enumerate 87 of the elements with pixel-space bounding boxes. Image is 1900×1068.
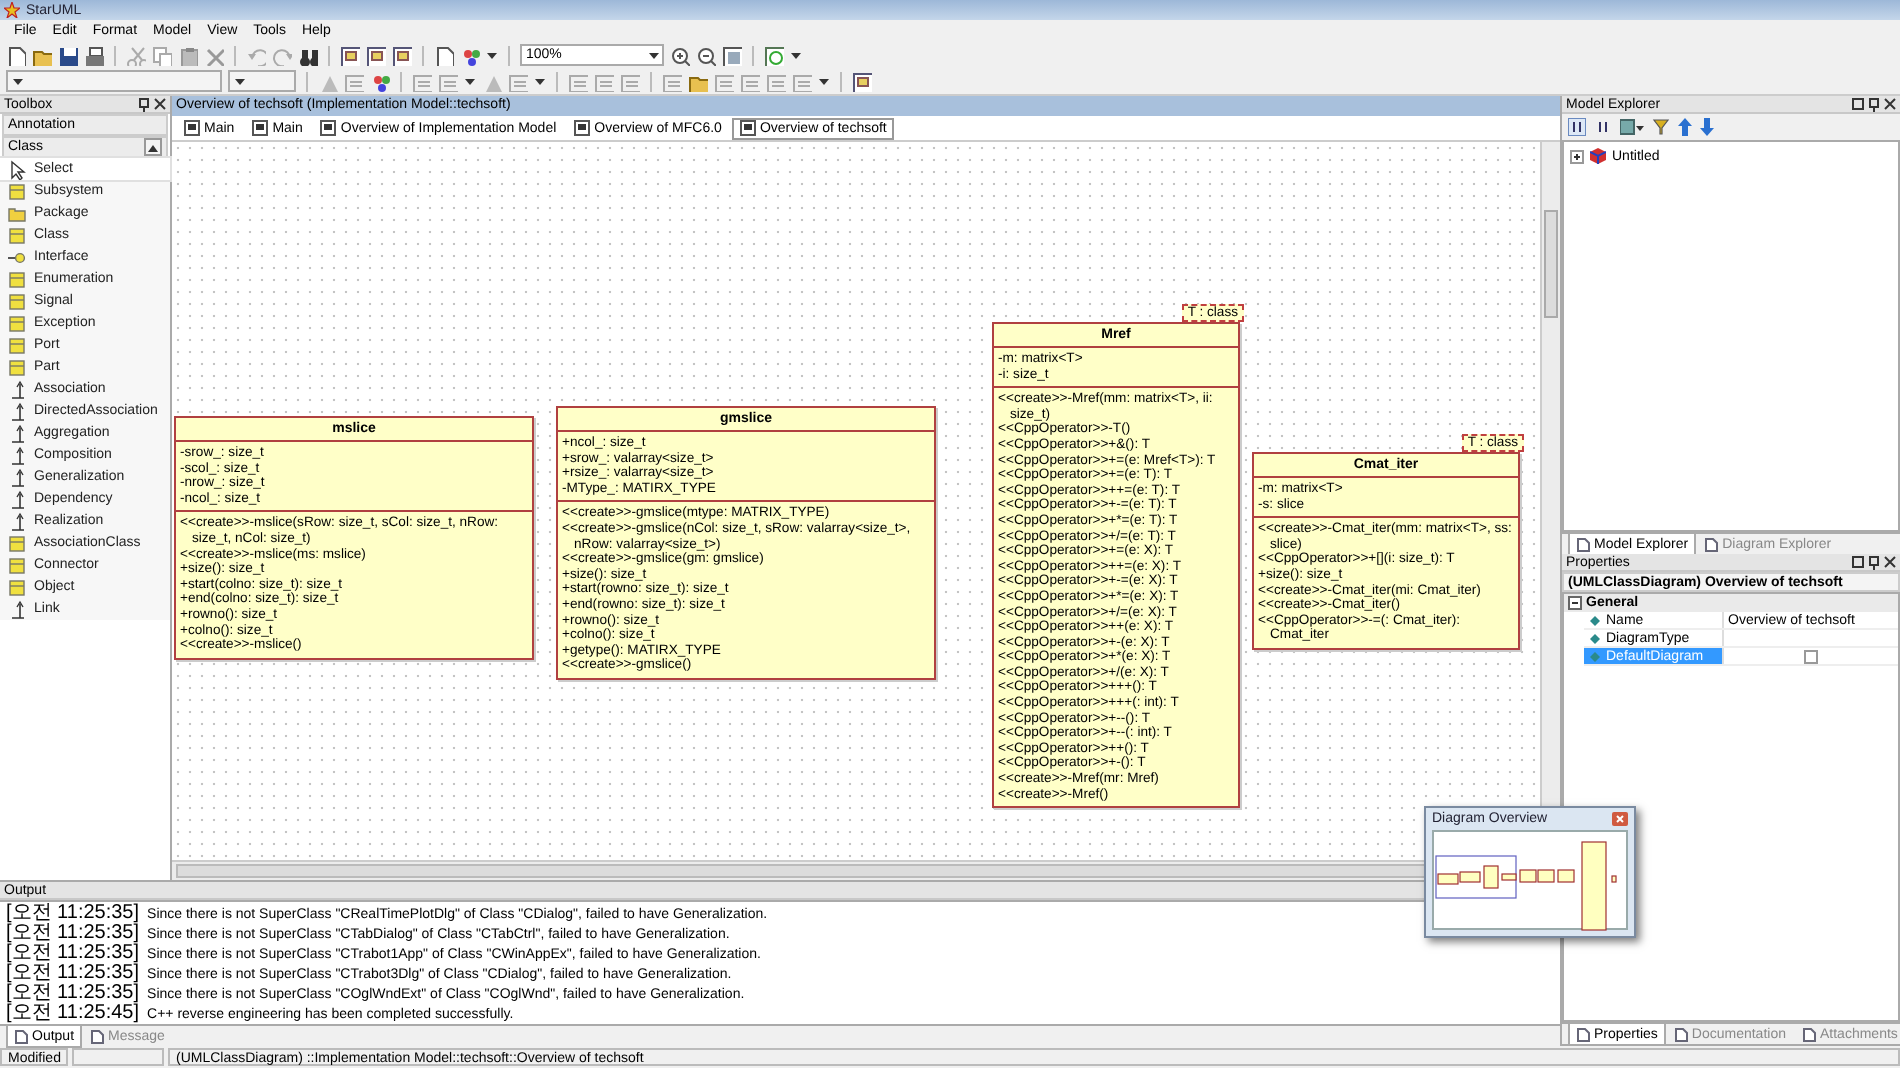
caret-icon bbox=[648, 49, 660, 61]
palette-icon[interactable] bbox=[370, 71, 390, 91]
diagram-icon bbox=[184, 120, 200, 136]
palette-icon[interactable] bbox=[460, 45, 480, 65]
package-icon bbox=[8, 203, 26, 223]
collapse-icon[interactable] bbox=[1568, 596, 1582, 610]
diagram-icon[interactable] bbox=[852, 71, 872, 91]
relation-line-icon bbox=[8, 401, 26, 421]
interface-icon bbox=[8, 247, 26, 267]
relation-line-icon bbox=[8, 467, 26, 487]
app-logo-icon bbox=[4, 2, 20, 18]
log-time: [오전 11:25:35] bbox=[6, 924, 140, 944]
status-pane bbox=[72, 1048, 164, 1066]
close-icon[interactable] bbox=[154, 98, 166, 110]
document-icon bbox=[14, 1029, 28, 1043]
new-file-icon[interactable] bbox=[434, 45, 454, 65]
refresh-icon[interactable] bbox=[764, 45, 784, 65]
size-field[interactable] bbox=[228, 70, 296, 92]
diagram-icon bbox=[574, 120, 591, 136]
pin-icon[interactable] bbox=[1868, 97, 1880, 111]
diagram-icon bbox=[320, 120, 337, 136]
caret-icon bbox=[148, 143, 158, 151]
diagram-icon bbox=[739, 120, 756, 136]
log-time: [오전 11:25:35] bbox=[6, 964, 140, 984]
relation-line-icon bbox=[8, 511, 26, 531]
document-icon bbox=[1802, 1028, 1816, 1042]
class-icon bbox=[8, 357, 26, 377]
down-arrow-icon[interactable] bbox=[1700, 118, 1714, 136]
add-element-icon[interactable] bbox=[1620, 118, 1644, 136]
fit-page-icon[interactable] bbox=[722, 45, 742, 65]
folder-icon[interactable] bbox=[32, 45, 52, 65]
model-cube-icon bbox=[1590, 148, 1606, 164]
filter-icon[interactable] bbox=[1652, 118, 1670, 136]
zoom-out-icon[interactable] bbox=[696, 45, 716, 65]
pin-icon[interactable] bbox=[1868, 555, 1880, 569]
class-icon bbox=[8, 577, 26, 597]
close-icon[interactable] bbox=[1884, 556, 1896, 568]
class-icon bbox=[8, 335, 26, 355]
caret-icon bbox=[534, 75, 546, 87]
sort-icon[interactable] bbox=[1568, 118, 1586, 136]
restore-icon[interactable] bbox=[1852, 98, 1864, 110]
log-time: [오전 11:25:35] bbox=[6, 984, 140, 1004]
save-icon[interactable] bbox=[58, 45, 78, 65]
diagram-icon[interactable] bbox=[366, 45, 386, 65]
zoom-in-icon[interactable] bbox=[670, 45, 690, 65]
log-time: [오전 11:25:35] bbox=[6, 904, 140, 924]
diagram-icon bbox=[252, 120, 269, 136]
print-icon[interactable] bbox=[84, 45, 104, 65]
collapse-button[interactable] bbox=[144, 138, 162, 156]
caret-icon bbox=[12, 75, 24, 87]
relation-line-icon bbox=[8, 445, 26, 465]
pin-icon[interactable] bbox=[138, 97, 150, 111]
class-icon bbox=[8, 533, 26, 553]
sort-icon[interactable] bbox=[1594, 118, 1612, 136]
relation-line-icon bbox=[8, 423, 26, 443]
caret-icon bbox=[234, 75, 246, 87]
diagram-icon[interactable] bbox=[340, 45, 360, 65]
caret-icon bbox=[464, 75, 476, 87]
caret-icon bbox=[486, 49, 498, 61]
pointer-icon bbox=[8, 159, 26, 179]
new-file-icon[interactable] bbox=[6, 45, 26, 65]
diagram-icon[interactable] bbox=[392, 45, 412, 65]
document-icon bbox=[1576, 1027, 1590, 1041]
class-icon bbox=[8, 555, 26, 575]
relation-line-icon bbox=[8, 379, 26, 399]
up-arrow-icon[interactable] bbox=[1678, 118, 1692, 136]
document-icon bbox=[90, 1030, 105, 1044]
class-icon bbox=[8, 291, 26, 311]
expand-icon[interactable] bbox=[1570, 149, 1584, 163]
caret-icon bbox=[818, 75, 830, 87]
class-icon bbox=[8, 225, 26, 245]
document-icon bbox=[1673, 1028, 1688, 1042]
checkbox[interactable] bbox=[1804, 649, 1818, 663]
caret-icon bbox=[790, 49, 802, 61]
relation-line-icon bbox=[8, 489, 26, 509]
restore-icon[interactable] bbox=[1852, 556, 1864, 568]
folder-icon[interactable] bbox=[688, 71, 708, 91]
close-icon[interactable] bbox=[1884, 98, 1896, 110]
binoculars-icon[interactable] bbox=[298, 45, 318, 65]
relation-line-icon bbox=[8, 599, 26, 619]
class-icon bbox=[8, 313, 26, 333]
class-icon bbox=[8, 181, 26, 201]
font-field[interactable] bbox=[6, 70, 222, 92]
paste-icon[interactable] bbox=[178, 45, 198, 65]
class-icon bbox=[8, 269, 26, 289]
log-time: [오전 11:25:35] bbox=[6, 944, 140, 964]
log-time: [오전 11:25:45] bbox=[6, 1004, 140, 1024]
